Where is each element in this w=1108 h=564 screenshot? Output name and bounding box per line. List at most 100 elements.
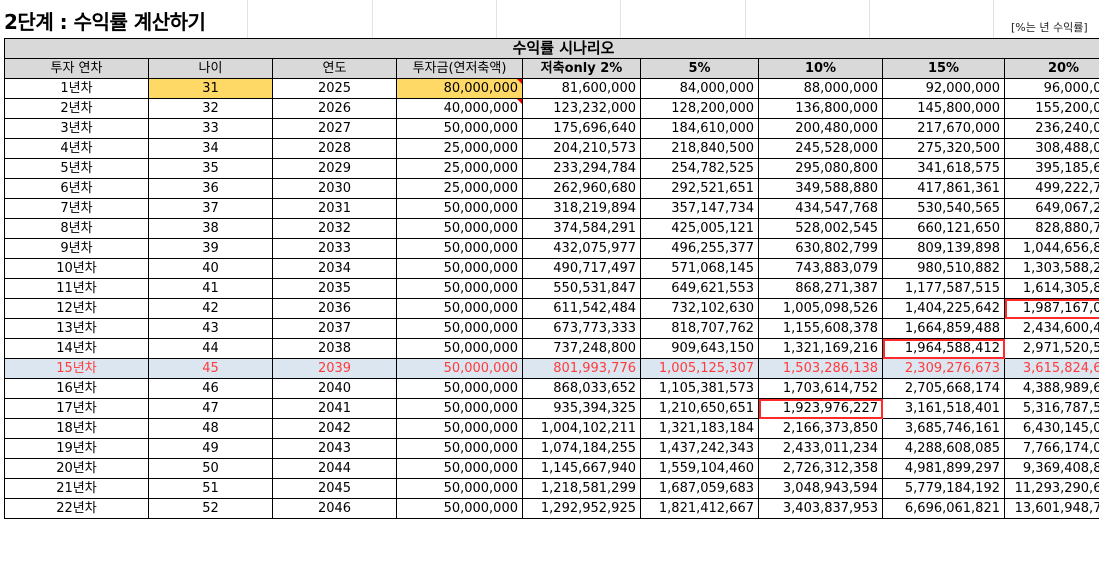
table-cell[interactable]: 7년차: [4, 198, 149, 219]
table-cell[interactable]: 1,559,104,460: [640, 458, 759, 479]
table-cell[interactable]: 1,964,588,412: [882, 338, 1005, 359]
table-cell[interactable]: 2025: [272, 78, 397, 99]
table-cell[interactable]: 528,002,545: [758, 218, 883, 239]
table-cell[interactable]: 49: [148, 438, 273, 459]
table-cell[interactable]: 2038: [272, 338, 397, 359]
table-cell[interactable]: 11년차: [4, 278, 149, 299]
table-cell[interactable]: 50,000,000: [396, 398, 523, 419]
table-cell[interactable]: 2036: [272, 298, 397, 319]
table-cell[interactable]: 7,766,174,036: [1003, 438, 1108, 459]
table-cell[interactable]: 37: [148, 198, 273, 219]
table-cell[interactable]: 145,800,000: [882, 98, 1005, 119]
table-cell[interactable]: 341,618,575: [882, 158, 1005, 179]
table-cell[interactable]: 17년차: [4, 398, 149, 419]
table-cell[interactable]: 318,219,894: [522, 198, 641, 219]
table-cell[interactable]: 22년차: [4, 498, 149, 519]
table-cell[interactable]: 2032: [272, 218, 397, 239]
table-cell[interactable]: 50,000,000: [396, 338, 523, 359]
column-header[interactable]: 저축only 2%: [522, 58, 641, 79]
table-cell[interactable]: 13년차: [4, 318, 149, 339]
table-cell[interactable]: 18년차: [4, 418, 149, 439]
table-cell[interactable]: 1,703,614,752: [758, 378, 883, 399]
table-cell[interactable]: 530,540,565: [882, 198, 1005, 219]
column-header[interactable]: 15%: [882, 58, 1005, 79]
table-cell[interactable]: 417,861,361: [882, 178, 1005, 199]
table-cell[interactable]: 4년차: [4, 138, 149, 159]
table-cell[interactable]: 868,033,652: [522, 378, 641, 399]
table-cell[interactable]: 8년차: [4, 218, 149, 239]
table-cell[interactable]: 737,248,800: [522, 338, 641, 359]
table-cell[interactable]: 20년차: [4, 458, 149, 479]
table-cell[interactable]: 496,255,377: [640, 238, 759, 259]
table-cell[interactable]: 3,161,518,401: [882, 398, 1005, 419]
table-cell[interactable]: 50,000,000: [396, 238, 523, 259]
table-cell[interactable]: 3,403,837,953: [758, 498, 883, 519]
table-cell[interactable]: 2029: [272, 158, 397, 179]
table-cell[interactable]: 11,293,290,611: [1003, 478, 1108, 499]
table-cell[interactable]: 630,802,799: [758, 238, 883, 259]
table-cell[interactable]: 1,923,976,227: [758, 398, 883, 419]
table-cell[interactable]: 2030: [272, 178, 397, 199]
table-cell[interactable]: 935,394,325: [522, 398, 641, 419]
table-cell[interactable]: 4,388,989,604: [1003, 378, 1108, 399]
table-cell[interactable]: 357,147,734: [640, 198, 759, 219]
table-cell[interactable]: 2031: [272, 198, 397, 219]
table-cell[interactable]: 1,614,305,879: [1003, 278, 1108, 299]
table-cell[interactable]: 2,309,276,673: [882, 358, 1005, 379]
table-cell[interactable]: 96,000,000: [1003, 78, 1108, 99]
table-cell[interactable]: 35: [148, 158, 273, 179]
table-cell[interactable]: 1,044,656,860: [1003, 238, 1108, 259]
table-cell[interactable]: 50,000,000: [396, 318, 523, 339]
table-cell[interactable]: 46: [148, 378, 273, 399]
table-cell[interactable]: 2,166,373,850: [758, 418, 883, 439]
table-cell[interactable]: 5년차: [4, 158, 149, 179]
table-cell[interactable]: 3년차: [4, 118, 149, 139]
column-header[interactable]: 연도: [272, 58, 397, 79]
table-cell[interactable]: 39: [148, 238, 273, 259]
table-cell[interactable]: 44: [148, 338, 273, 359]
table-cell[interactable]: 2,434,600,465: [1003, 318, 1108, 339]
table-cell[interactable]: 2039: [272, 358, 397, 379]
table-cell[interactable]: 2028: [272, 138, 397, 159]
table-cell[interactable]: 1,004,102,211: [522, 418, 641, 439]
table-cell[interactable]: 801,993,776: [522, 358, 641, 379]
table-cell[interactable]: 550,531,847: [522, 278, 641, 299]
table-cell[interactable]: 1,005,125,307: [640, 358, 759, 379]
table-cell[interactable]: 1,210,650,651: [640, 398, 759, 419]
table-cell[interactable]: 649,067,264: [1003, 198, 1108, 219]
table-cell[interactable]: 236,240,000: [1003, 118, 1108, 139]
table-cell[interactable]: 12년차: [4, 298, 149, 319]
table-cell[interactable]: 2040: [272, 378, 397, 399]
table-cell[interactable]: 41: [148, 278, 273, 299]
table-cell[interactable]: 818,707,762: [640, 318, 759, 339]
column-header[interactable]: 나이: [148, 58, 273, 79]
column-header[interactable]: 투자금(연저축액): [396, 58, 523, 79]
table-cell[interactable]: 19년차: [4, 438, 149, 459]
table-cell[interactable]: 9년차: [4, 238, 149, 259]
table-cell[interactable]: 2045: [272, 478, 397, 499]
scenario-header[interactable]: 수익률 시나리오: [3, 38, 1108, 59]
table-cell[interactable]: 2042: [272, 418, 397, 439]
table-cell[interactable]: 743,883,079: [758, 258, 883, 279]
table-cell[interactable]: 33: [148, 118, 273, 139]
table-cell[interactable]: 50,000,000: [396, 278, 523, 299]
table-cell[interactable]: 425,005,121: [640, 218, 759, 239]
table-cell[interactable]: 13,601,948,733: [1003, 498, 1108, 519]
table-cell[interactable]: 1,321,169,216: [758, 338, 883, 359]
table-cell[interactable]: 1,987,167,054: [1003, 298, 1108, 319]
table-cell[interactable]: 660,121,650: [882, 218, 1005, 239]
table-cell[interactable]: 50,000,000: [396, 358, 523, 379]
table-cell[interactable]: 175,696,640: [522, 118, 641, 139]
table-cell[interactable]: 51: [148, 478, 273, 499]
table-cell[interactable]: 2,433,011,234: [758, 438, 883, 459]
table-cell[interactable]: 809,139,898: [882, 238, 1005, 259]
table-cell[interactable]: 434,547,768: [758, 198, 883, 219]
table-cell[interactable]: 36: [148, 178, 273, 199]
table-cell[interactable]: 184,610,000: [640, 118, 759, 139]
table-cell[interactable]: 2년차: [4, 98, 149, 119]
table-cell[interactable]: 50: [148, 458, 273, 479]
table-cell[interactable]: 21년차: [4, 478, 149, 499]
table-cell[interactable]: 9,369,408,843: [1003, 458, 1108, 479]
table-cell[interactable]: 217,670,000: [882, 118, 1005, 139]
table-cell[interactable]: 374,584,291: [522, 218, 641, 239]
